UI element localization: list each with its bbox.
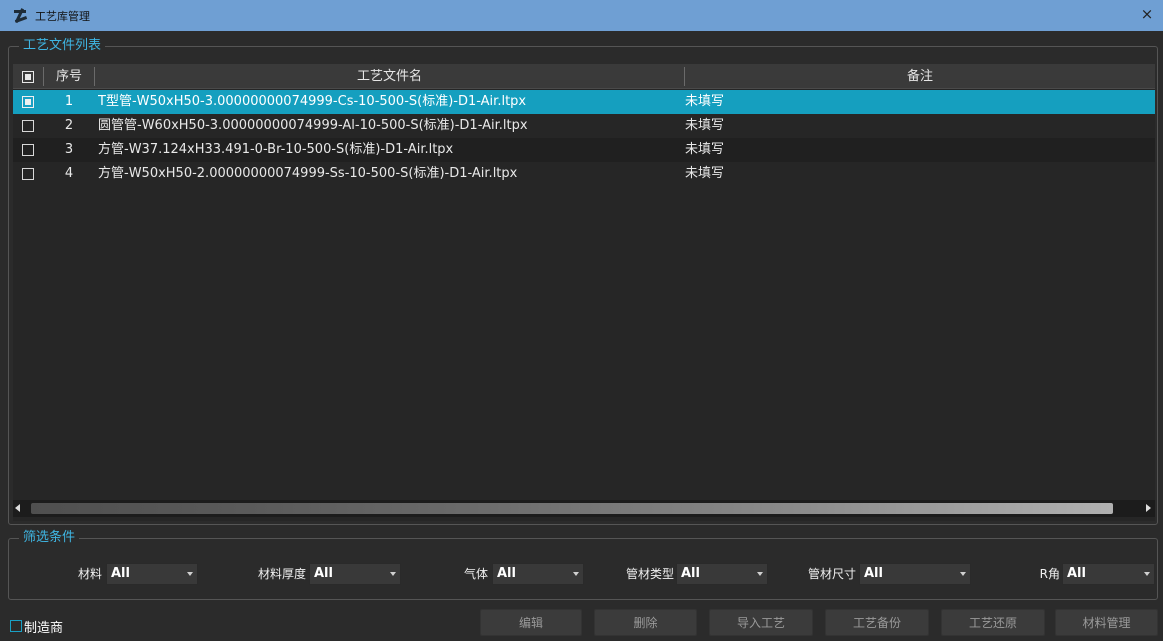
file-table: 序号 工艺文件名 备注 1 T型管-W50xH50-3.000000000749… xyxy=(13,64,1155,521)
row-file-name: T型管-W50xH50-3.00000000074999-Cs-10-500-S… xyxy=(98,94,527,109)
material-select[interactable]: All xyxy=(106,563,198,585)
chevron-down-icon xyxy=(1144,572,1150,576)
table-row[interactable]: 4 方管-W50xH50-2.00000000074999-Ss-10-500-… xyxy=(13,162,1155,186)
manufacturer-label: 制造商 xyxy=(24,620,64,636)
scroll-right-icon[interactable] xyxy=(1146,504,1151,512)
chevron-down-icon xyxy=(757,572,763,576)
table-row[interactable]: 1 T型管-W50xH50-3.00000000074999-Cs-10-500… xyxy=(13,90,1155,114)
delete-button[interactable]: 删除 xyxy=(594,609,697,636)
title-bar: 工艺库管理 × xyxy=(0,0,1163,31)
chevron-down-icon xyxy=(390,572,396,576)
tube-type-label: 管材类型 xyxy=(625,567,674,581)
row-index: 3 xyxy=(64,142,74,157)
table-row[interactable]: 3 方管-W37.124xH33.491-0-Br-10-500-S(标准)-D… xyxy=(13,138,1155,162)
scrollbar-thumb[interactable] xyxy=(31,503,1113,514)
app-logo-icon xyxy=(13,7,29,24)
r-angle-select-value: All xyxy=(1067,566,1086,581)
close-icon[interactable]: × xyxy=(1139,6,1155,22)
chevron-down-icon xyxy=(573,572,579,576)
column-header-name[interactable]: 工艺文件名 xyxy=(95,64,684,89)
chevron-down-icon xyxy=(960,572,966,576)
gas-select-value: All xyxy=(497,566,516,581)
thickness-select-value: All xyxy=(314,566,333,581)
gas-select[interactable]: All xyxy=(492,563,584,585)
manufacturer-checkbox[interactable]: 制造商 xyxy=(10,617,64,636)
row-note: 未填写 xyxy=(685,142,725,157)
column-header-note[interactable]: 备注 xyxy=(685,64,1155,89)
row-index: 4 xyxy=(64,166,74,181)
table-row[interactable]: 2 圆管管-W60xH50-3.00000000074999-Al-10-500… xyxy=(13,114,1155,138)
tube-size-label: 管材尺寸 xyxy=(807,567,856,581)
material-label: 材料 xyxy=(77,567,102,581)
row-index: 2 xyxy=(64,118,74,133)
material-management-button[interactable]: 材料管理 xyxy=(1055,609,1158,636)
tube-size-select-value: All xyxy=(864,566,883,581)
row-note: 未填写 xyxy=(685,118,725,133)
row-file-name: 方管-W37.124xH33.491-0-Br-10-500-S(标准)-D1-… xyxy=(98,142,454,157)
row-checkbox[interactable] xyxy=(13,114,43,138)
window-title: 工艺库管理 xyxy=(35,9,90,23)
filter-group-title: 筛选条件 xyxy=(19,530,80,546)
r-angle-label: R角 xyxy=(1039,567,1060,581)
material-select-value: All xyxy=(111,566,130,581)
thickness-select[interactable]: All xyxy=(309,563,401,585)
row-file-name: 圆管管-W60xH50-3.00000000074999-Al-10-500-S… xyxy=(98,118,528,133)
row-note: 未填写 xyxy=(685,94,725,109)
row-index: 1 xyxy=(64,94,74,109)
restore-process-button[interactable]: 工艺还原 xyxy=(941,609,1045,636)
row-file-name: 方管-W50xH50-2.00000000074999-Ss-10-500-S(… xyxy=(98,166,518,181)
row-checkbox[interactable] xyxy=(13,138,43,162)
tube-type-select[interactable]: All xyxy=(676,563,768,585)
backup-process-button[interactable]: 工艺备份 xyxy=(825,609,929,636)
tube-size-select[interactable]: All xyxy=(859,563,971,585)
column-header-index[interactable]: 序号 xyxy=(43,64,95,89)
thickness-label: 材料厚度 xyxy=(257,567,306,581)
scroll-left-icon[interactable] xyxy=(15,504,20,512)
file-list-group-title: 工艺文件列表 xyxy=(19,38,106,54)
r-angle-select[interactable]: All xyxy=(1062,563,1155,585)
select-all-checkbox[interactable] xyxy=(13,64,43,89)
row-checkbox[interactable] xyxy=(13,162,43,186)
horizontal-scrollbar[interactable] xyxy=(13,500,1155,517)
chevron-down-icon xyxy=(187,572,193,576)
row-checkbox[interactable] xyxy=(13,90,43,114)
row-note: 未填写 xyxy=(685,166,725,181)
table-header: 序号 工艺文件名 备注 xyxy=(13,64,1155,89)
manufacturer-checkbox-box[interactable] xyxy=(10,620,22,632)
edit-button[interactable]: 编辑 xyxy=(480,609,582,636)
import-process-button[interactable]: 导入工艺 xyxy=(709,609,813,636)
gas-label: 气体 xyxy=(463,567,488,581)
tube-type-select-value: All xyxy=(681,566,700,581)
